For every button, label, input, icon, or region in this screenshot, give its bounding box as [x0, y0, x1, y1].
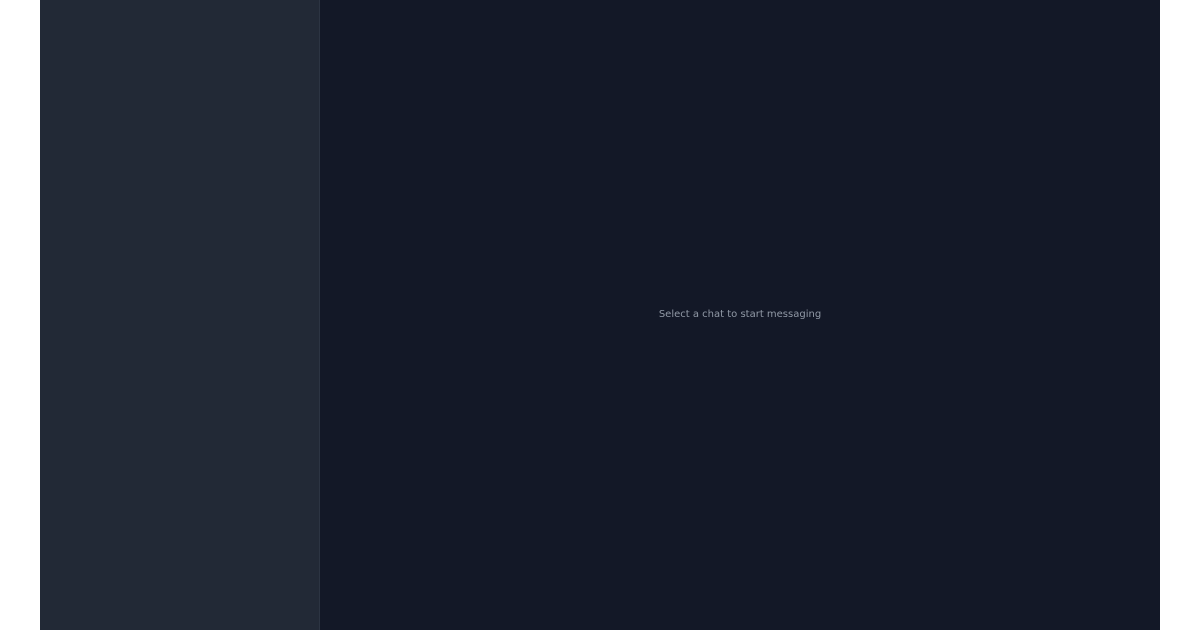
empty-state-message: Select a chat to start messaging	[658, 309, 822, 320]
chat-main-panel: Select a chat to start messaging	[320, 0, 1160, 630]
chat-list-sidebar	[40, 0, 320, 630]
chat-app: Select a chat to start messaging	[40, 0, 1160, 630]
